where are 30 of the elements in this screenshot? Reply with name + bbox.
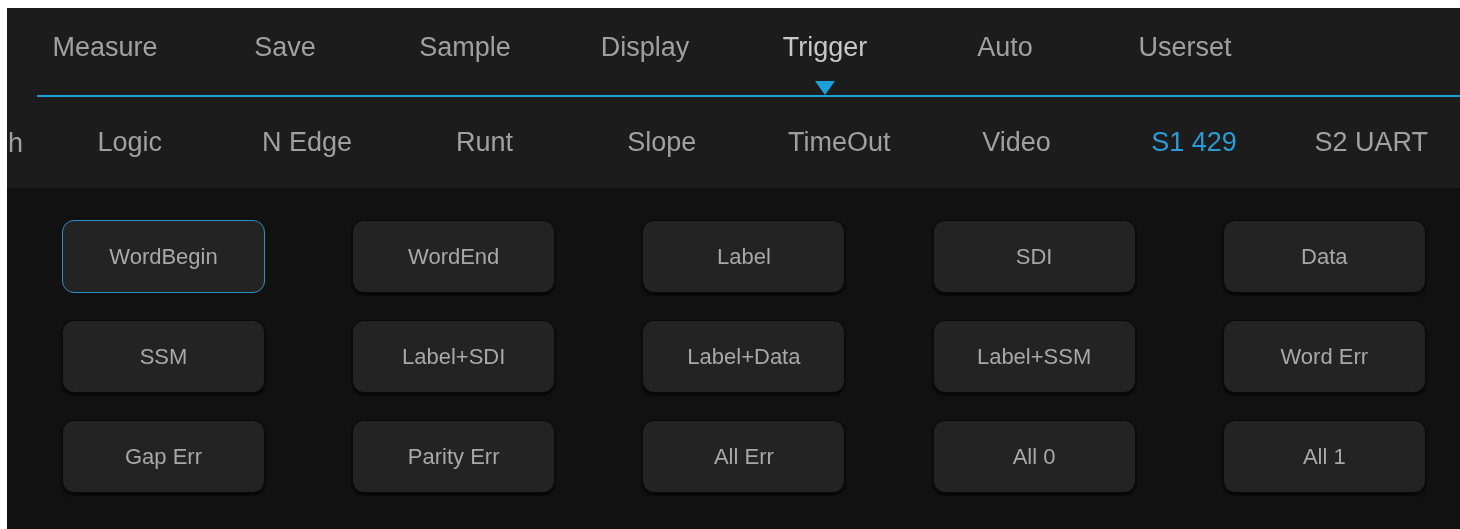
trigger-type-tab[interactable]: N Edge: [218, 97, 396, 188]
condition-button[interactable]: WordEnd: [352, 220, 556, 293]
trigger-type-tab[interactable]: S1 429: [1105, 97, 1283, 188]
condition-button[interactable]: All 0: [932, 420, 1136, 493]
menu-tab[interactable]: Sample: [375, 8, 555, 95]
trigger-type-tab[interactable]: TimeOut: [750, 97, 928, 188]
condition-button[interactable]: All 1: [1222, 420, 1426, 493]
trigger-type-tab[interactable]: Slope: [573, 97, 751, 188]
condition-button[interactable]: Label+SSM: [932, 320, 1136, 393]
condition-button[interactable]: Label: [642, 220, 846, 293]
condition-button[interactable]: Gap Err: [62, 420, 265, 493]
menu-tab[interactable]: Display: [555, 8, 735, 95]
menu-tab[interactable]: Auto: [915, 8, 1095, 95]
condition-button[interactable]: Word Err: [1222, 320, 1426, 393]
condition-button[interactable]: SSM: [62, 320, 265, 393]
condition-button[interactable]: Parity Err: [352, 420, 556, 493]
condition-button[interactable]: All Err: [642, 420, 846, 493]
trigger-type-tab[interactable]: Runt: [395, 97, 574, 188]
condition-button[interactable]: SDI: [932, 220, 1136, 293]
trigger-type-tab[interactable]: Video: [927, 97, 1106, 188]
menu-tab[interactable]: Measure: [15, 8, 195, 95]
menu-tab[interactable]: Save: [195, 8, 375, 95]
trigger-type-tab[interactable]: Logic: [41, 97, 219, 188]
condition-button[interactable]: WordBegin: [62, 220, 265, 293]
condition-button[interactable]: Data: [1222, 220, 1426, 293]
condition-button[interactable]: Label+Data: [642, 320, 846, 393]
condition-button[interactable]: Label+SDI: [352, 320, 556, 393]
trigger-type-tab[interactable]: h: [8, 130, 24, 157]
menu-tab[interactable]: Userset: [1095, 8, 1275, 95]
trigger-type-tab[interactable]: S2 UART: [1282, 97, 1460, 188]
